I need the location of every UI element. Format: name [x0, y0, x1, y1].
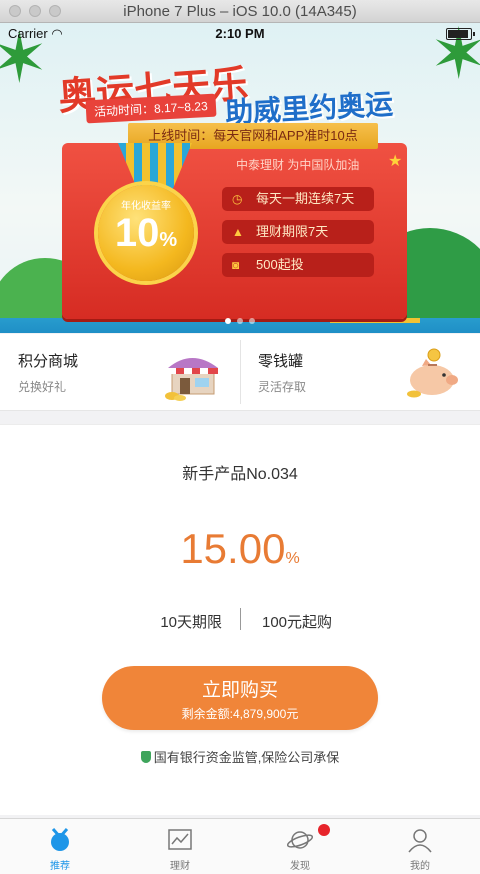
guarantee-note: 国有银行资金监管,保险公司承保	[0, 747, 480, 766]
window-title: iPhone 7 Plus – iOS 10.0 (14A345)	[123, 3, 357, 20]
status-time: 2:10 PM	[215, 26, 265, 41]
tab-mine[interactable]: 我的	[360, 819, 480, 874]
shortcut-row: 积分商城 兑换好礼 零钱罐 灵活存取	[0, 334, 480, 411]
battery-icon	[446, 28, 475, 40]
promo-banner[interactable]: ✶ ✶ 奥运七天乐 活动时间：8.17~8.23 助威里约奥运 上线时间：每天官…	[0, 23, 480, 333]
shortcut-title: 零钱罐	[258, 353, 304, 370]
tab-label: 理财	[170, 861, 190, 872]
product-term: 10天期限	[160, 614, 222, 631]
medal-rate-unit: %	[159, 229, 178, 251]
medal-rate: 10%	[98, 211, 194, 256]
terms-divider	[240, 608, 241, 630]
shop-icon	[165, 358, 218, 401]
product-terms: 10天期限 100元起购	[0, 608, 480, 632]
tab-label: 推荐	[50, 861, 70, 872]
tab-discover[interactable]: 发现	[240, 819, 360, 874]
simulator-titlebar: iPhone 7 Plus – iOS 10.0 (14A345)	[0, 0, 480, 23]
tab-finance[interactable]: 理财	[120, 819, 240, 874]
medal-label: 年化收益率	[121, 201, 171, 212]
recommend-icon	[51, 828, 69, 851]
star-icon: ★	[388, 153, 403, 170]
product-min-purchase: 100元起购	[262, 614, 333, 631]
buy-now-button[interactable]: 立即购买 剩余金额:4,879,900元	[102, 666, 378, 730]
tab-bar: 推荐 理财 发现 我的	[0, 818, 480, 874]
product-card: 新手产品No.034 15.00% 10天期限 100元起购 立即购买 剩余金额…	[0, 424, 480, 815]
tab-label: 发现	[290, 861, 310, 872]
page-dot	[249, 318, 255, 324]
banner-feature-label: 500起投	[256, 257, 304, 272]
remaining-amount: 剩余金额:4,879,900元	[181, 707, 299, 721]
annual-rate-unit: %	[285, 550, 300, 567]
banner-feature: ◷ 每天一期连续7天	[222, 187, 374, 211]
status-bar: Carrier ◠ 2:10 PM	[0, 23, 480, 43]
shield-icon	[140, 751, 151, 763]
gold-medal-icon: 年化收益率 10%	[98, 185, 194, 281]
guarantee-text: 国有银行资金监管,保险公司承保	[153, 750, 340, 765]
chart-icon	[168, 829, 192, 850]
notification-badge	[318, 824, 330, 836]
page-dot	[225, 318, 231, 324]
banner-feature: ◙ 500起投	[222, 253, 374, 277]
buy-now-label: 立即购买	[201, 680, 278, 701]
user-icon	[408, 829, 432, 853]
shortcut-title: 积分商城	[18, 353, 79, 370]
shortcut-desc: 兑换好礼	[18, 380, 67, 394]
banner-feature-label: 理财期限7天	[256, 224, 329, 239]
shortcut-desc: 灵活存取	[258, 380, 307, 394]
banner-feature: ▲ 理财期限7天	[222, 220, 374, 244]
piggy-bank-icon	[407, 348, 458, 398]
tab-label: 我的	[410, 861, 430, 872]
banner-feature-label: 每天一期连续7天	[256, 191, 355, 206]
planet-icon	[287, 831, 313, 849]
page-dot	[237, 318, 243, 324]
chart-up-icon: ▲	[232, 225, 244, 239]
medal-rate-value: 10	[114, 211, 160, 255]
banner-page-indicator[interactable]	[0, 311, 480, 329]
banner-slogan: 中泰理财 为中国队加油	[236, 158, 360, 172]
annual-rate: 15.00%	[0, 525, 480, 573]
clock-icon: ◷	[232, 192, 243, 206]
annual-rate-value: 15.00	[180, 525, 286, 572]
product-name: 新手产品No.034	[182, 466, 298, 483]
tab-recommend[interactable]: 推荐	[0, 819, 120, 874]
coin-icon: ◙	[232, 258, 240, 272]
points-mall-shortcut[interactable]: 积分商城 兑换好礼	[0, 334, 240, 410]
